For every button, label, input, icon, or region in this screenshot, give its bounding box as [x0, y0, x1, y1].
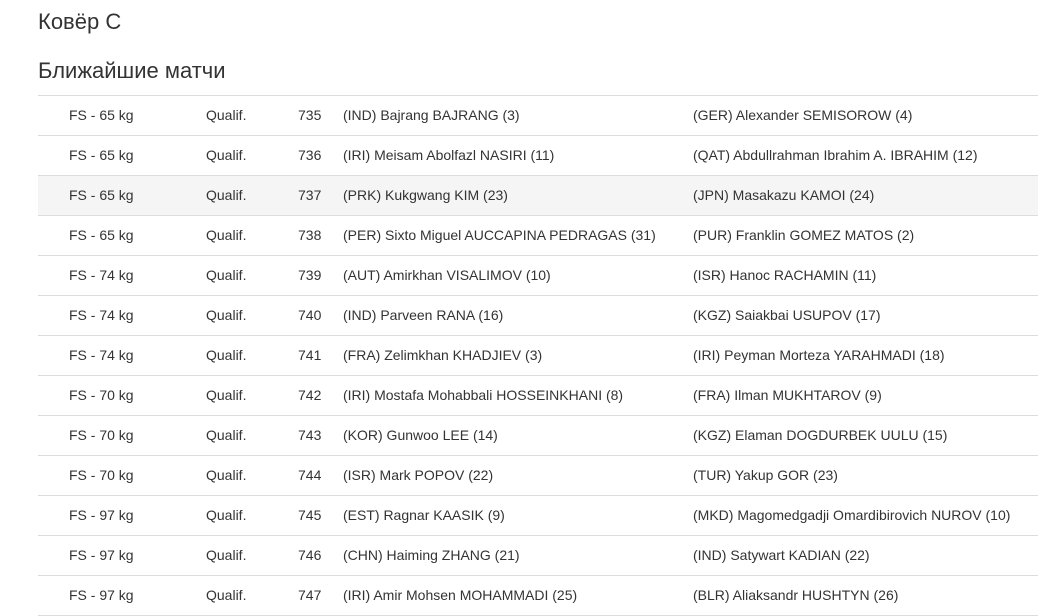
match-category: FS - 74 kg [69, 347, 134, 363]
match-number: 745 [298, 507, 322, 523]
upcoming-matches-table: FS - 65 kg Qualif. 735 (IND) Bajrang BAJ… [38, 95, 1038, 616]
match-blue-wrestler: (TUR) Yakup GOR (23) [693, 467, 838, 483]
match-row[interactable]: FS - 74 kg Qualif. 741 (FRA) Zelimkhan K… [38, 336, 1038, 376]
match-red-wrestler: (PRK) Kukgwang KIM (23) [343, 187, 508, 203]
match-round: Qualif. [206, 387, 247, 403]
match-row[interactable]: FS - 70 kg Qualif. 744 (ISR) Mark POPOV … [38, 456, 1038, 496]
match-row[interactable]: FS - 65 kg Qualif. 738 (PER) Sixto Migue… [38, 216, 1038, 256]
match-category: FS - 97 kg [69, 507, 134, 523]
match-round: Qualif. [206, 467, 247, 483]
match-blue-wrestler: (GER) Alexander SEMISOROW (4) [693, 107, 913, 123]
match-category: FS - 70 kg [69, 427, 134, 443]
match-round: Qualif. [206, 227, 247, 243]
mat-title: Ковёр C [38, 9, 122, 34]
match-row[interactable]: FS - 74 kg Qualif. 739 (AUT) Amirkhan VI… [38, 256, 1038, 296]
match-round: Qualif. [206, 107, 247, 123]
match-round: Qualif. [206, 187, 247, 203]
match-category: FS - 65 kg [69, 147, 134, 163]
match-round: Qualif. [206, 587, 247, 603]
match-number: 746 [298, 547, 322, 563]
match-red-wrestler: (IND) Parveen RANA (16) [343, 307, 504, 323]
match-blue-wrestler: (PUR) Franklin GOMEZ MATOS (2) [693, 227, 915, 243]
match-category: FS - 70 kg [69, 387, 134, 403]
match-round: Qualif. [206, 507, 247, 523]
match-number: 740 [298, 307, 322, 323]
match-number: 735 [298, 107, 322, 123]
match-round: Qualif. [206, 267, 247, 283]
match-round: Qualif. [206, 147, 247, 163]
match-round: Qualif. [206, 547, 247, 563]
match-category: FS - 65 kg [69, 187, 134, 203]
match-number: 736 [298, 147, 322, 163]
match-blue-wrestler: (FRA) Ilman MUKHTAROV (9) [693, 387, 882, 403]
match-number: 738 [298, 227, 322, 243]
match-category: FS - 70 kg [69, 467, 134, 483]
match-category: FS - 74 kg [69, 307, 134, 323]
match-red-wrestler: (AUT) Amirkhan VISALIMOV (10) [343, 267, 551, 283]
match-number: 744 [298, 467, 322, 483]
match-round: Qualif. [206, 307, 247, 323]
match-row[interactable]: FS - 65 kg Qualif. 737 (PRK) Kukgwang KI… [38, 176, 1038, 216]
match-row[interactable]: FS - 74 kg Qualif. 740 (IND) Parveen RAN… [38, 296, 1038, 336]
match-number: 743 [298, 427, 322, 443]
match-row[interactable]: FS - 97 kg Qualif. 745 (EST) Ragnar KAAS… [38, 496, 1038, 536]
match-blue-wrestler: (KGZ) Elaman DOGDURBEK UULU (15) [693, 427, 948, 443]
match-red-wrestler: (IRI) Mostafa Mohabbali HOSSEINKHANI (8) [343, 387, 624, 403]
match-row[interactable]: FS - 65 kg Qualif. 735 (IND) Bajrang BAJ… [38, 96, 1038, 136]
match-category: FS - 74 kg [69, 267, 134, 283]
match-red-wrestler: (PER) Sixto Miguel AUCCAPINA PEDRAGAS (3… [343, 227, 656, 243]
match-blue-wrestler: (MKD) Magomedgadji Omardibirovich NUROV … [693, 507, 1011, 523]
upcoming-matches-title: Ближайшие матчи [38, 58, 226, 83]
match-red-wrestler: (ISR) Mark POPOV (22) [343, 467, 494, 483]
match-red-wrestler: (IRI) Amir Mohsen MOHAMMADI (25) [343, 587, 578, 603]
match-red-wrestler: (IRI) Meisam Abolfazl NASIRI (11) [343, 147, 555, 163]
match-category: FS - 97 kg [69, 547, 134, 563]
match-row[interactable]: FS - 65 kg Qualif. 736 (IRI) Meisam Abol… [38, 136, 1038, 176]
match-row[interactable]: FS - 97 kg Qualif. 746 (CHN) Haiming ZHA… [38, 536, 1038, 576]
match-red-wrestler: (IND) Bajrang BAJRANG (3) [343, 107, 520, 123]
match-blue-wrestler: (KGZ) Saiakbai USUPOV (17) [693, 307, 881, 323]
match-blue-wrestler: (IRI) Peyman Morteza YARAHMADI (18) [693, 347, 945, 363]
match-row[interactable]: FS - 97 kg Qualif. 747 (IRI) Amir Mohsen… [38, 576, 1038, 616]
match-number: 739 [298, 267, 322, 283]
match-number: 737 [298, 187, 322, 203]
match-red-wrestler: (CHN) Haiming ZHANG (21) [343, 547, 520, 563]
match-red-wrestler: (EST) Ragnar KAASIK (9) [343, 507, 505, 523]
match-category: FS - 65 kg [69, 227, 134, 243]
match-red-wrestler: (KOR) Gunwoo LEE (14) [343, 427, 498, 443]
match-red-wrestler: (FRA) Zelimkhan KHADJIEV (3) [343, 347, 543, 363]
match-category: FS - 97 kg [69, 587, 134, 603]
match-blue-wrestler: (ISR) Hanoc RACHAMIN (11) [693, 267, 877, 283]
match-row[interactable]: FS - 70 kg Qualif. 743 (KOR) Gunwoo LEE … [38, 416, 1038, 456]
match-row[interactable]: FS - 70 kg Qualif. 742 (IRI) Mostafa Moh… [38, 376, 1038, 416]
match-blue-wrestler: (IND) Satywart KADIAN (22) [693, 547, 870, 563]
match-number: 741 [298, 347, 322, 363]
match-blue-wrestler: (BLR) Aliaksandr HUSHTYN (26) [693, 587, 899, 603]
match-blue-wrestler: (JPN) Masakazu KAMOI (24) [693, 187, 875, 203]
match-blue-wrestler: (QAT) Abdullrahman Ibrahim A. IBRAHIM (1… [693, 147, 978, 163]
match-round: Qualif. [206, 427, 247, 443]
match-round: Qualif. [206, 347, 247, 363]
match-number: 747 [298, 587, 322, 603]
match-number: 742 [298, 387, 322, 403]
match-category: FS - 65 kg [69, 107, 134, 123]
